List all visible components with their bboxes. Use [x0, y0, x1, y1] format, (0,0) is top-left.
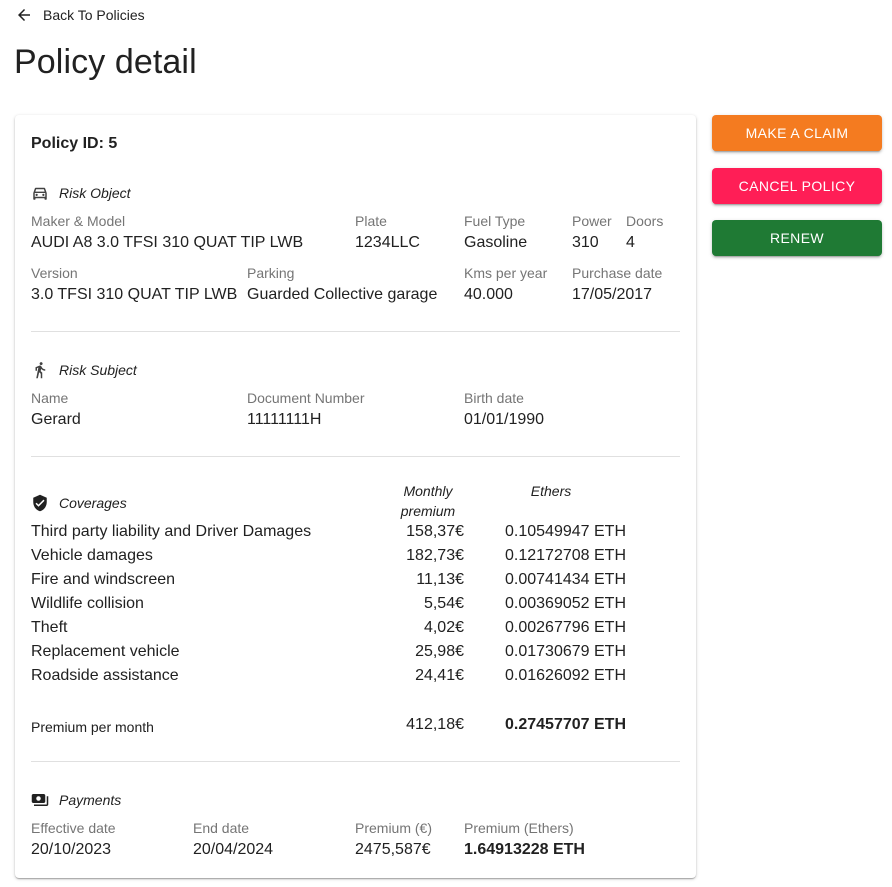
coverage-monthly-premium: 11,13€ [416, 571, 464, 588]
name-value: Gerard [31, 411, 81, 428]
shield-check-icon [33, 494, 47, 512]
back-to-policies-link[interactable]: Back To Policies [15, 5, 145, 25]
coverage-monthly-premium: 4,02€ [423, 619, 464, 636]
risk-object-header: Risk Object [31, 184, 131, 202]
coverage-ethers: 0.01626092 ETH [505, 667, 626, 684]
fuel-type-value: Gasoline [464, 234, 528, 251]
divider [31, 456, 680, 457]
power-label: Power [572, 213, 612, 229]
payments-icon [31, 794, 49, 806]
coverage-name: Wildlife collision [31, 595, 144, 612]
end-date-label: End date [193, 820, 250, 836]
coverage-monthly-premium: 25,98€ [415, 643, 464, 660]
birth-date-label: Birth date [464, 390, 524, 406]
coverage-name: Third party liability and Driver Damages [31, 523, 312, 540]
page-title: Policy detail [14, 43, 197, 81]
kms-per-year-label: Kms per year [464, 265, 548, 281]
premium-eth-value: 1.64913228 ETH [464, 841, 585, 858]
premium-per-month-eur: 412,18€ [406, 716, 464, 733]
document-number-label: Document Number [247, 390, 365, 406]
coverage-monthly-premium: 24,41€ [415, 667, 464, 684]
premium-eur-value: 2475,587€ [355, 841, 431, 858]
renew-button[interactable]: RENEW [712, 220, 882, 256]
premium-eth-label: Premium (Ethers) [464, 820, 574, 836]
risk-subject-header: Risk Subject [31, 361, 137, 379]
policy-id: Policy ID: 5 [31, 135, 118, 152]
ethers-header: Ethers [530, 483, 572, 499]
effective-date-value: 20/10/2023 [31, 841, 112, 858]
coverage-name: Fire and windscreen [31, 571, 176, 588]
policy-card: Policy ID: 5 Risk Object Maker & Model A… [15, 115, 696, 878]
document-number-value: 11111111H [247, 411, 322, 428]
coverages-header: Coverages [31, 494, 127, 512]
coverage-monthly-premium: 158,37€ [406, 523, 464, 540]
coverage-ethers: 0.12172708 ETH [505, 547, 626, 564]
premium-eur-label: Premium (€) [355, 820, 433, 836]
payments-title: Payments [59, 792, 122, 808]
plate-value: 1234LLC [355, 234, 420, 251]
divider [31, 331, 680, 332]
maker-model-value: AUDI A8 3.0 TFSI 310 QUAT TIP LWB [31, 234, 304, 251]
end-date-value: 20/04/2024 [193, 841, 274, 858]
coverage-monthly-premium: 5,54€ [423, 595, 464, 612]
coverage-ethers: 0.00267796 ETH [505, 619, 626, 636]
purchase-date-label: Purchase date [572, 265, 663, 281]
purchase-date-value: 17/05/2017 [572, 286, 653, 303]
payments-header: Payments [31, 791, 121, 809]
parking-label: Parking [247, 265, 295, 281]
name-label: Name [31, 390, 69, 406]
coverage-ethers: 0.00369052 ETH [505, 595, 626, 612]
fuel-type-label: Fuel Type [464, 213, 526, 229]
risk-object-title: Risk Object [59, 185, 131, 201]
maker-model-label: Maker & Model [31, 213, 126, 229]
coverage-monthly-premium: 182,73€ [406, 547, 464, 564]
doors-label: Doors [626, 213, 664, 229]
monthly-premium-header-line2: premium [400, 503, 456, 519]
power-value: 310 [572, 234, 599, 251]
person-icon [35, 362, 46, 379]
premium-per-month-label: Premium per month [31, 719, 154, 735]
arrow-left-icon [18, 9, 30, 21]
plate-label: Plate [355, 213, 387, 229]
coverage-name: Theft [31, 619, 68, 636]
make-claim-button[interactable]: MAKE A CLAIM [712, 115, 882, 151]
coverage-ethers: 0.00741434 ETH [505, 571, 626, 588]
divider [31, 761, 680, 762]
cancel-policy-button[interactable]: CANCEL POLICY [712, 168, 882, 204]
kms-per-year-value: 40.000 [464, 286, 513, 303]
effective-date-label: Effective date [31, 820, 116, 836]
coverage-name: Replacement vehicle [31, 643, 180, 660]
coverage-name: Roadside assistance [31, 667, 179, 684]
monthly-premium-header-line1: Monthly [403, 483, 453, 499]
coverages-title: Coverages [59, 495, 127, 511]
car-icon [33, 187, 47, 200]
version-value: 3.0 TFSI 310 QUAT TIP LWB [31, 286, 238, 303]
risk-subject-title: Risk Subject [59, 362, 137, 378]
birth-date-value: 01/01/1990 [464, 411, 545, 428]
monthly-premium-header: Monthly premium [383, 481, 473, 521]
coverage-ethers: 0.01730679 ETH [505, 643, 626, 660]
premium-per-month-eth: 0.27457707 ETH [505, 716, 626, 733]
doors-value: 4 [626, 234, 635, 251]
version-label: Version [31, 265, 78, 281]
back-link-label: Back To Policies [43, 7, 145, 23]
coverage-ethers: 0.10549947 ETH [505, 523, 626, 540]
parking-value: Guarded Collective garage [247, 286, 438, 303]
coverage-name: Vehicle damages [31, 547, 153, 564]
